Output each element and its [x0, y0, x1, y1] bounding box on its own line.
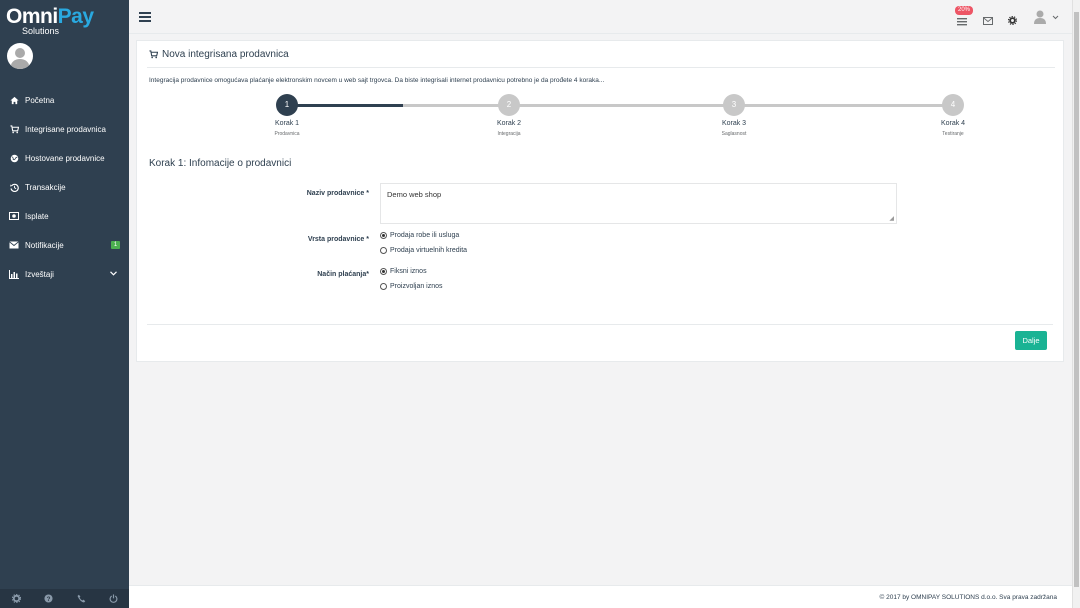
shop-name-label: Naziv prodavnice *	[306, 190, 369, 197]
resize-handle-icon[interactable]: ◢	[889, 215, 894, 222]
sidebar-item-label: Hostovane prodavnice	[25, 153, 105, 163]
page-scrollbar[interactable]	[1072, 0, 1080, 608]
step-3-circle[interactable]: 3	[723, 94, 745, 116]
omnipay-logo[interactable]: OmniPay Solutions	[6, 5, 121, 37]
sidebar-item-integrisane[interactable]: Integrisane prodavnica	[0, 117, 129, 141]
user-avatar[interactable]	[7, 43, 33, 69]
radio-unchecked-icon	[380, 247, 387, 254]
top-navbar	[129, 0, 1080, 34]
menu-toggle-icon[interactable]	[139, 12, 151, 22]
form-divider	[147, 324, 1053, 325]
sidebar-item-hostovane[interactable]: Hostovane prodavnice	[0, 146, 129, 170]
power-icon[interactable]	[108, 593, 118, 603]
integration-panel: Nova integrisana prodavnica Integracija …	[136, 40, 1064, 362]
step-1-label: Korak 1	[274, 120, 300, 127]
radio-label: Prodaja robe ili usluga	[390, 232, 460, 239]
step-4-circle[interactable]: 4	[942, 94, 964, 116]
step-1-sublabel: Prodavnica	[274, 131, 300, 137]
sidebar-item-izvestaji[interactable]: Izveštaji	[0, 262, 129, 286]
radio-unchecked-icon	[380, 283, 387, 290]
step-track-line	[403, 104, 953, 107]
page-footer: © 2017 by OMNIPAY SOLUTIONS d.o.o. Sva p…	[129, 585, 1072, 608]
sidebar-item-isplate[interactable]: Isplate	[0, 204, 129, 228]
sidebar-item-label: Početna	[25, 95, 55, 105]
envelope-icon[interactable]	[983, 12, 993, 25]
home-icon	[9, 95, 19, 105]
sidebar-item-label: Izveštaji	[25, 269, 54, 279]
logo-name-part2: Pay	[57, 5, 94, 28]
radio-label: Proizvoljan iznos	[390, 283, 443, 290]
panel-title: Nova integrisana prodavnica	[162, 49, 289, 60]
chevron-down-icon	[110, 270, 117, 278]
notification-count-badge: 1	[111, 241, 120, 249]
help-icon[interactable]: ?	[43, 593, 53, 603]
step-2-sublabel: Integracija	[497, 131, 521, 137]
radio-checked-icon	[380, 268, 387, 275]
intro-text: Integracija prodavnice omogućava plaćanj…	[149, 77, 605, 84]
logo-name-part1: Omni	[6, 5, 58, 28]
section-title: Korak 1: Infomacije o prodavnici	[149, 158, 292, 169]
step-3-sublabel: Saglasnost	[721, 131, 747, 137]
shop-name-input[interactable]: Demo web shop ◢	[380, 183, 897, 224]
globe-icon	[9, 153, 19, 163]
radio-label: Prodaja virtuelnih kredita	[390, 247, 468, 254]
divider	[147, 67, 1055, 68]
user-menu[interactable]	[1033, 10, 1061, 24]
step-2-label: Korak 2	[496, 120, 522, 127]
payment-radio-custom[interactable]: Proizvoljan iznos	[380, 283, 443, 290]
shop-type-label: Vrsta prodavnice *	[307, 236, 369, 243]
gear-icon[interactable]	[1007, 12, 1018, 26]
bar-chart-icon	[9, 269, 19, 279]
svg-text:?: ?	[46, 595, 50, 602]
envelope-icon	[9, 240, 19, 250]
sidebar-item-label: Isplate	[25, 211, 49, 221]
next-button[interactable]: Dalje	[1015, 331, 1047, 350]
copyright-text: © 2017 by OMNIPAY SOLUTIONS d.o.o. Sva p…	[879, 594, 1057, 601]
shop-type-radio-goods[interactable]: Prodaja robe ili usluga	[380, 232, 459, 239]
sidebar: OmniPay Solutions Početna Integrisane pr…	[0, 0, 129, 608]
sidebar-footer-toolbar: ?	[0, 589, 129, 608]
sidebar-item-label: Integrisane prodavnica	[25, 124, 106, 134]
step-3-label: Korak 3	[721, 120, 747, 127]
step-progress-line	[287, 104, 403, 107]
shop-name-value: Demo web shop	[387, 190, 442, 199]
sidebar-item-label: Notifikacije	[25, 240, 64, 250]
radio-label: Fiksni iznos	[390, 268, 427, 275]
sidebar-item-notifikacije[interactable]: Notifikacije 1	[0, 233, 129, 257]
scrollbar-thumb[interactable]	[1074, 12, 1079, 587]
sidebar-item-transakcije[interactable]: Transakcije	[0, 175, 129, 199]
tasks-count-badge: 20%	[955, 6, 974, 15]
payment-method-label: Način plaćanja*	[317, 271, 369, 278]
step-4-sublabel: Testiranje	[942, 131, 964, 137]
history-icon	[9, 182, 19, 192]
cart-icon	[9, 124, 19, 134]
step-2-circle[interactable]: 2	[498, 94, 520, 116]
money-icon	[9, 211, 19, 221]
logo-subtitle: Solutions	[22, 26, 60, 36]
phone-icon[interactable]	[76, 593, 86, 603]
sidebar-item-label: Transakcije	[25, 182, 66, 192]
step-1-circle[interactable]: 1	[276, 94, 298, 116]
sidebar-item-pocetna[interactable]: Početna	[0, 88, 129, 112]
shop-type-radio-virtual[interactable]: Prodaja virtuelnih kredita	[380, 247, 467, 254]
radio-checked-icon	[380, 232, 387, 239]
cart-icon	[149, 50, 158, 59]
step-4-label: Korak 4	[940, 120, 966, 127]
payment-radio-fixed[interactable]: Fiksni iznos	[380, 268, 427, 275]
gear-icon[interactable]	[11, 593, 21, 603]
